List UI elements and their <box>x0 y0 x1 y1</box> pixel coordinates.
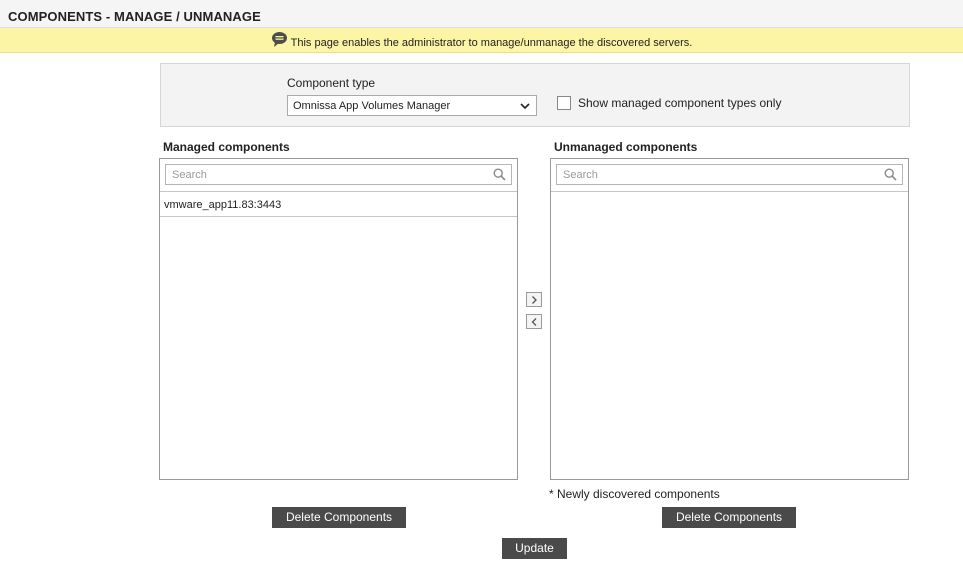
managed-components-list[interactable]: vmware_app11.83:3443 <box>159 158 518 480</box>
list-item[interactable]: vmware_app11.83:3443 <box>160 192 517 217</box>
managed-search-wrap <box>160 159 517 192</box>
move-to-unmanaged-button[interactable] <box>526 292 542 307</box>
unmanaged-components-list[interactable] <box>550 158 909 480</box>
component-type-label: Component type <box>287 76 376 90</box>
page-title: COMPONENTS - MANAGE / UNMANAGE <box>8 9 261 24</box>
show-managed-only-label: Show managed component types only <box>578 96 782 110</box>
move-to-managed-button[interactable] <box>526 314 542 329</box>
delete-managed-components-button[interactable]: Delete Components <box>272 507 406 528</box>
update-button[interactable]: Update <box>502 538 567 559</box>
chevron-left-icon <box>531 318 537 326</box>
show-managed-only-checkbox[interactable] <box>557 96 571 110</box>
search-icon[interactable] <box>884 168 897 184</box>
speech-bubble-icon <box>271 31 288 51</box>
unmanaged-components-title: Unmanaged components <box>554 140 698 154</box>
component-type-select[interactable]: Omnissa App Volumes Manager <box>287 95 537 116</box>
newly-discovered-footnote: * Newly discovered components <box>549 487 720 501</box>
delete-unmanaged-components-button[interactable]: Delete Components <box>662 507 796 528</box>
component-type-selected-value: Omnissa App Volumes Manager <box>293 100 451 112</box>
info-bar: This page enables the administrator to m… <box>0 28 963 53</box>
unmanaged-search-input[interactable] <box>556 164 903 185</box>
managed-components-title: Managed components <box>163 140 290 154</box>
unmanaged-search-wrap <box>551 159 908 192</box>
managed-search-input[interactable] <box>165 164 512 185</box>
search-icon[interactable] <box>493 168 506 184</box>
info-message: This page enables the administrator to m… <box>290 37 693 49</box>
chevron-down-icon <box>520 101 530 113</box>
page-header: COMPONENTS - MANAGE / UNMANAGE <box>0 0 963 28</box>
component-type-panel: Component type Omnissa App Volumes Manag… <box>160 63 910 127</box>
info-content: This page enables the administrator to m… <box>0 31 963 51</box>
chevron-right-icon <box>532 296 537 304</box>
